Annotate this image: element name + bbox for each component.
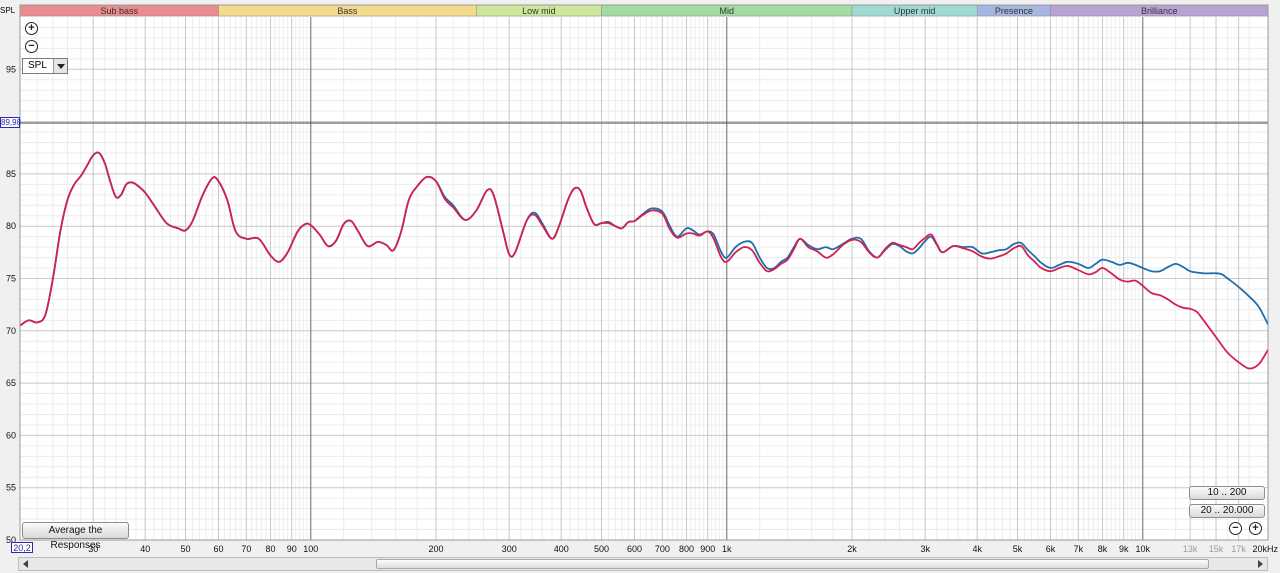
x-tick-label: 13k xyxy=(1183,544,1198,554)
average-responses-button[interactable]: Average the Responses xyxy=(22,522,129,551)
x-tick-label: 900 xyxy=(700,544,715,554)
x-tick-label: 20kHz xyxy=(1252,544,1278,554)
y-tick-label: 75 xyxy=(6,274,16,284)
x-tick-label: 70 xyxy=(241,544,251,554)
x-tick-label: 9k xyxy=(1119,544,1129,554)
x-tick-label: 40 xyxy=(140,544,150,554)
y-tick-label: 60 xyxy=(6,430,16,440)
zoom-in-icon[interactable]: + xyxy=(25,22,38,35)
scroll-right-icon[interactable] xyxy=(1258,560,1263,568)
y-tick-label: 85 xyxy=(6,169,16,179)
zoom-out-icon[interactable]: − xyxy=(25,40,38,53)
measure-select-value: SPL xyxy=(28,60,47,71)
x-tick-label: 1k xyxy=(722,544,732,554)
x-tick-label: 100 xyxy=(303,544,318,554)
x-tick-label: 90 xyxy=(287,544,297,554)
x-tick-label: 7k xyxy=(1074,544,1084,554)
band-label: Brilliance xyxy=(1141,6,1178,16)
band-label: Upper mid xyxy=(894,6,936,16)
y-tick-label: 70 xyxy=(6,326,16,336)
range-10-200-button[interactable]: 10 .. 200 xyxy=(1189,486,1265,500)
x-tick-label: 15k xyxy=(1209,544,1224,554)
band-label: Low mid xyxy=(522,6,556,16)
frequency-response-chart[interactable]: Sub bass Bass Low mid Mid Upper mid Presence B… xyxy=(0,0,1280,573)
measure-select[interactable]: SPL xyxy=(22,58,68,74)
x-cursor-readout: 20,2 xyxy=(11,542,33,553)
x-tick-label: 4k xyxy=(972,544,982,554)
x-tick-label: 800 xyxy=(679,544,694,554)
horizontal-scrollbar[interactable] xyxy=(18,557,1268,571)
range-20-20000-button[interactable]: 20 .. 20.000 xyxy=(1189,504,1265,518)
x-tick-label: 500 xyxy=(594,544,609,554)
y-tick-label: 55 xyxy=(6,483,16,493)
band-label: Bass xyxy=(337,6,358,16)
x-tick-label: 60 xyxy=(213,544,223,554)
x-tick-label: 700 xyxy=(655,544,670,554)
x-tick-label: 400 xyxy=(554,544,569,554)
y-axis-unit: SPL xyxy=(0,6,16,15)
x-tick-label: 600 xyxy=(627,544,642,554)
scrollbar-thumb[interactable] xyxy=(376,559,1209,569)
zoom-out-x-icon[interactable]: − xyxy=(1229,522,1242,535)
x-tick-labels: 3040506070809010020030040050060070080090… xyxy=(88,544,1278,554)
x-tick-label: 50 xyxy=(181,544,191,554)
chevron-down-icon[interactable] xyxy=(53,59,67,73)
band-label: Presence xyxy=(995,6,1033,16)
y-tick-label: 95 xyxy=(6,64,16,74)
x-tick-label: 5k xyxy=(1013,544,1023,554)
x-tick-label: 10k xyxy=(1136,544,1151,554)
y-tick-label: 80 xyxy=(6,221,16,231)
x-tick-label: 8k xyxy=(1098,544,1108,554)
y-cursor-readout: 89,98 xyxy=(0,117,22,128)
band-strip: Sub bass Bass Low mid Mid Upper mid Presence B… xyxy=(19,4,1269,17)
y-tick-labels: 50556065707580859095 xyxy=(6,64,16,545)
x-tick-label: 2k xyxy=(847,544,857,554)
x-tick-label: 80 xyxy=(265,544,275,554)
x-tick-label: 17k xyxy=(1231,544,1246,554)
x-tick-label: 6k xyxy=(1046,544,1056,554)
x-tick-label: 3k xyxy=(920,544,930,554)
band-label: Mid xyxy=(720,6,735,16)
scroll-left-icon[interactable] xyxy=(23,560,28,568)
x-tick-label: 300 xyxy=(502,544,517,554)
y-tick-label: 65 xyxy=(6,378,16,388)
x-tick-label: 200 xyxy=(428,544,443,554)
zoom-in-x-icon[interactable]: + xyxy=(1249,522,1262,535)
band-label: Sub bass xyxy=(100,6,138,16)
